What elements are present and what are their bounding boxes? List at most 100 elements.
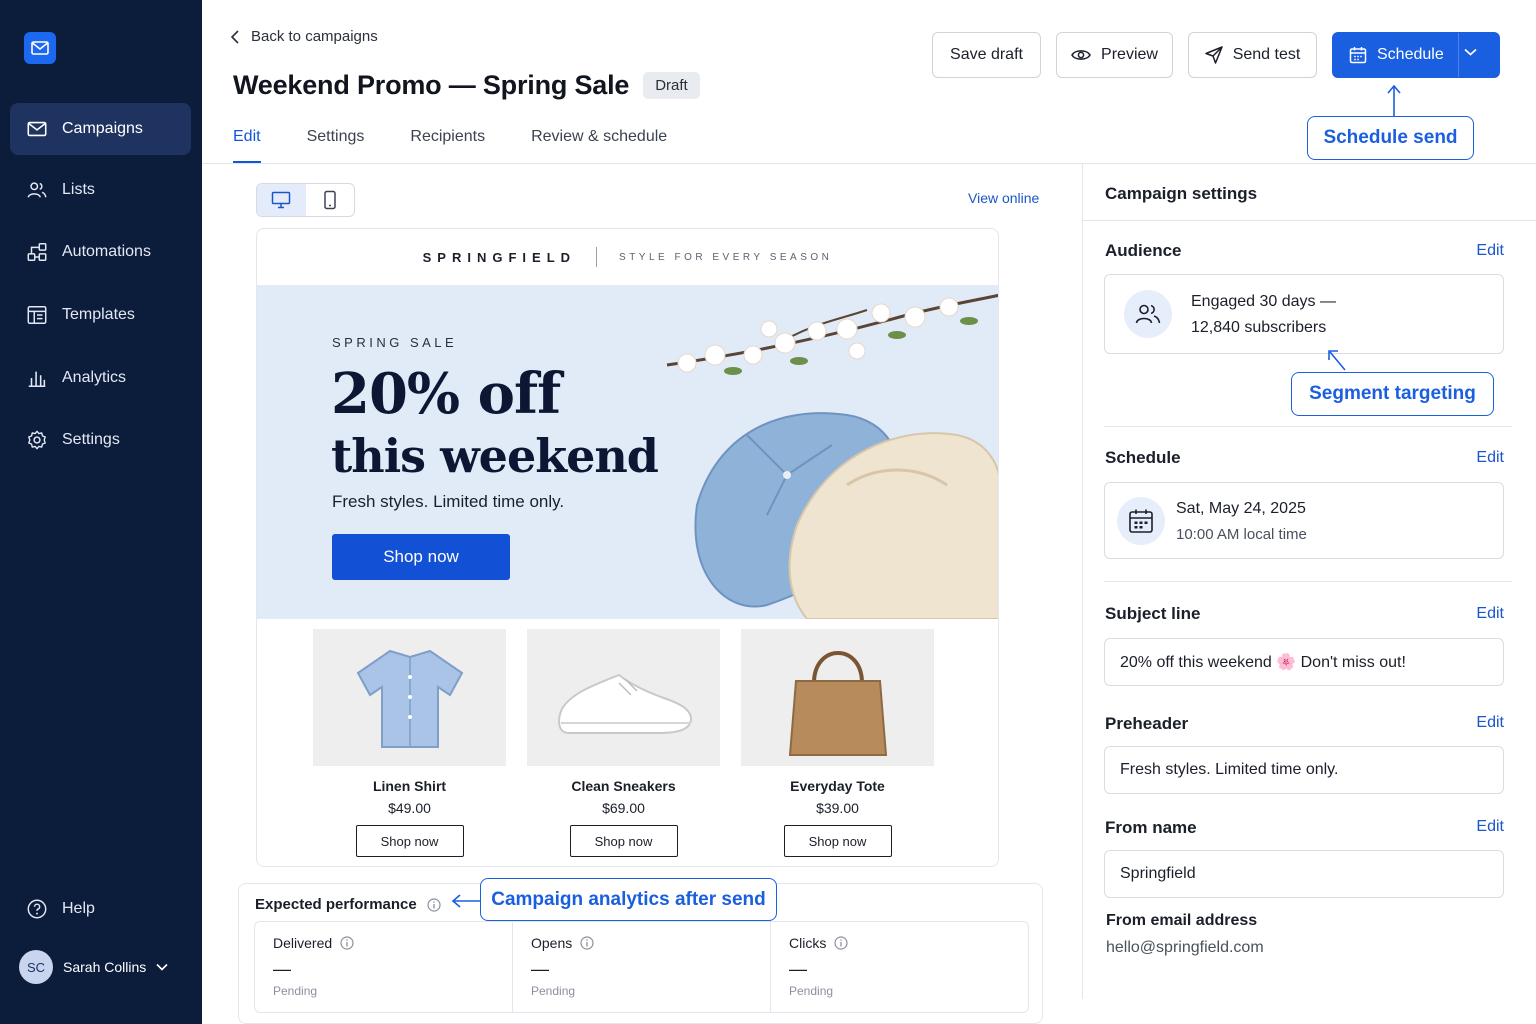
metric-value: — bbox=[789, 959, 807, 979]
sidebar-item-automations[interactable]: Automations bbox=[10, 226, 191, 278]
subject-edit-link[interactable]: Edit bbox=[1476, 605, 1504, 623]
sidebar-item-lists[interactable]: Lists bbox=[10, 164, 191, 216]
page-title: Weekend Promo — Spring Sale bbox=[233, 70, 630, 100]
metric-label: Delivered bbox=[273, 935, 333, 951]
clean-sneakers-image bbox=[527, 629, 720, 766]
info-icon[interactable] bbox=[427, 897, 441, 912]
send-test-button[interactable]: Send test bbox=[1188, 32, 1317, 78]
from-name-edit-link[interactable]: Edit bbox=[1476, 818, 1504, 836]
chevron-left-icon bbox=[231, 29, 251, 44]
info-icon[interactable] bbox=[340, 936, 354, 950]
product-name: Clean Sneakers bbox=[571, 778, 676, 794]
metric-clicks: Clicks — Pending bbox=[770, 922, 1028, 1012]
preview-button[interactable]: Preview bbox=[1056, 32, 1173, 78]
product-price: $39.00 bbox=[816, 800, 859, 816]
email-preview: SPRINGFIELD STYLE FOR EVERY SEASON SPRIN… bbox=[256, 228, 999, 867]
help-label: Help bbox=[62, 900, 95, 917]
email-brand: SPRINGFIELD bbox=[422, 249, 577, 265]
audience-card[interactable]: Engaged 30 days — 12,840 subscribers bbox=[1104, 274, 1504, 354]
back-link[interactable]: Back to campaigns bbox=[231, 28, 378, 45]
audience-edit-link[interactable]: Edit bbox=[1476, 242, 1504, 260]
eye-icon bbox=[1071, 48, 1101, 62]
product-price: $69.00 bbox=[602, 800, 645, 816]
campaign-settings-panel: Campaign settings Audience Edit Engaged … bbox=[1082, 164, 1536, 999]
schedule-label: Schedule bbox=[1105, 448, 1181, 467]
from-email-label: From email address bbox=[1106, 912, 1258, 929]
section-divider bbox=[1104, 426, 1512, 427]
info-icon[interactable] bbox=[834, 936, 848, 950]
mobile-view-button[interactable] bbox=[306, 184, 355, 216]
callout-arrow-left-icon bbox=[451, 894, 480, 908]
preheader-label: Preheader bbox=[1105, 714, 1189, 733]
product-card: Clean Sneakers $69.00 Shop now bbox=[527, 629, 720, 857]
chevron-down-icon[interactable] bbox=[1464, 48, 1487, 56]
product-card: Everyday Tote $39.00 Shop now bbox=[741, 629, 934, 857]
email-hero[interactable]: SPRING SALE 20% off this weekend Fresh s… bbox=[257, 285, 998, 619]
hero-clothing-image bbox=[666, 293, 998, 619]
schedule-button[interactable]: Schedule bbox=[1332, 32, 1500, 78]
bar-chart-icon bbox=[25, 366, 49, 390]
hero-headline-line2: this weekend bbox=[331, 429, 659, 483]
info-icon[interactable] bbox=[580, 936, 594, 950]
sidebar-item-templates[interactable]: Templates bbox=[10, 289, 191, 341]
product-name: Linen Shirt bbox=[372, 778, 447, 794]
send-test-label: Send test bbox=[1232, 46, 1301, 63]
sidebar-item-label: Templates bbox=[62, 306, 135, 323]
from-name-field[interactable]: Springfield bbox=[1104, 850, 1504, 898]
hero-shop-now-button[interactable]: Shop now bbox=[332, 534, 510, 580]
subject-line-field[interactable]: 20% off this weekend 🌸 Don't miss out! bbox=[1104, 638, 1504, 686]
tab-settings[interactable]: Settings bbox=[307, 128, 365, 164]
save-draft-label: Save draft bbox=[950, 46, 1023, 63]
tab-edit[interactable]: Edit bbox=[233, 128, 261, 164]
mail-icon bbox=[25, 117, 49, 141]
callout-label: Campaign analytics after send bbox=[491, 888, 766, 910]
help-icon bbox=[25, 897, 49, 921]
analytics-callout: Campaign analytics after send bbox=[480, 878, 777, 921]
sidebar-item-analytics[interactable]: Analytics bbox=[10, 352, 191, 404]
hero-subhead: Fresh styles. Limited time only. bbox=[332, 492, 565, 511]
template-icon bbox=[25, 303, 49, 327]
product-shop-now-button[interactable]: Shop now bbox=[355, 825, 464, 857]
chevron-down-icon bbox=[156, 963, 168, 971]
users-icon bbox=[1124, 290, 1172, 338]
view-online-link[interactable]: View online bbox=[968, 190, 1039, 206]
sidebar-item-help[interactable]: Help bbox=[10, 883, 191, 935]
user-menu[interactable]: SC Sarah Collins bbox=[19, 950, 168, 984]
metric-delivered: Delivered — Pending bbox=[255, 922, 512, 1012]
product-grid: Linen Shirt $49.00 Shop now Clean Sneake… bbox=[313, 629, 955, 857]
tab-recipients[interactable]: Recipients bbox=[410, 128, 485, 164]
avatar: SC bbox=[19, 950, 53, 984]
desktop-view-button[interactable] bbox=[257, 184, 306, 216]
from-email-value: hello@springfield.com bbox=[1106, 939, 1264, 956]
schedule-card[interactable]: Sat, May 24, 2025 10:00 AM local time bbox=[1104, 482, 1504, 559]
tab-review-schedule[interactable]: Review & schedule bbox=[531, 128, 667, 164]
send-icon bbox=[1204, 46, 1233, 64]
sidebar: Campaigns Lists Automations Templates An… bbox=[0, 0, 202, 1024]
metric-status: Pending bbox=[789, 984, 834, 998]
preview-label: Preview bbox=[1101, 46, 1158, 63]
schedule-edit-link[interactable]: Edit bbox=[1476, 449, 1504, 467]
hero-headline-line1: 20% off bbox=[331, 361, 561, 427]
email-tagline: STYLE FOR EVERY SEASON bbox=[619, 251, 833, 263]
sidebar-item-campaigns[interactable]: Campaigns bbox=[10, 103, 191, 155]
schedule-send-callout: Schedule send bbox=[1307, 116, 1474, 160]
metrics-row: Delivered — Pending Opens — Pending Clic… bbox=[254, 921, 1029, 1013]
save-draft-button[interactable]: Save draft bbox=[932, 32, 1041, 78]
product-shop-now-button[interactable]: Shop now bbox=[783, 825, 892, 857]
panel-divider bbox=[1083, 220, 1536, 221]
sidebar-item-label: Lists bbox=[62, 181, 95, 198]
callout-arrow-up-icon bbox=[1387, 84, 1401, 117]
status-badge: Draft bbox=[643, 72, 700, 99]
schedule-date: Sat, May 24, 2025 bbox=[1176, 500, 1306, 517]
product-name: Everyday Tote bbox=[790, 778, 885, 794]
metric-opens: Opens — Pending bbox=[512, 922, 770, 1012]
product-price: $49.00 bbox=[388, 800, 431, 816]
panel-title: Campaign settings bbox=[1105, 184, 1258, 203]
app-logo-mail-icon[interactable] bbox=[24, 32, 56, 64]
sidebar-item-settings[interactable]: Settings bbox=[10, 414, 191, 466]
preheader-field[interactable]: Fresh styles. Limited time only. bbox=[1104, 746, 1504, 794]
sidebar-item-label: Analytics bbox=[62, 369, 127, 386]
performance-title: Expected performance bbox=[255, 896, 441, 913]
product-shop-now-button[interactable]: Shop now bbox=[569, 825, 678, 857]
preheader-edit-link[interactable]: Edit bbox=[1476, 714, 1504, 732]
